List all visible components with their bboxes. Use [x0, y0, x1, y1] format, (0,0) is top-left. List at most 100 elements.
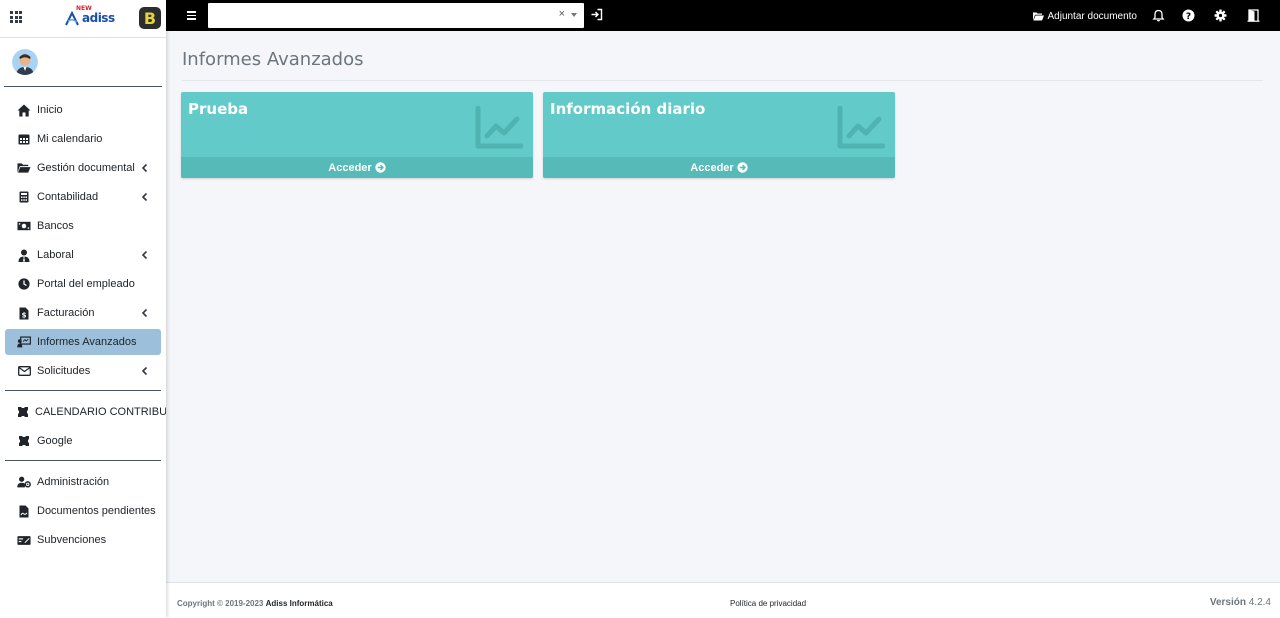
- avatar[interactable]: [12, 49, 38, 75]
- sidebar-item-label: Laboral: [37, 249, 74, 261]
- chevron-left-icon: [141, 163, 148, 173]
- calendar-icon: [17, 132, 31, 146]
- sidebar-item-label: Facturación: [37, 307, 95, 319]
- chevron-left-icon: [141, 250, 148, 260]
- file-signature-icon: [17, 504, 31, 518]
- sidebar-item-label: Mi calendario: [37, 133, 103, 145]
- main-content: Informes Avanzados Prueba Acceder Inform…: [166, 31, 1280, 582]
- sidebar-item-facturacion[interactable]: $ Facturación: [5, 300, 161, 326]
- arrow-circle-right-icon: [737, 162, 748, 173]
- attach-document-button[interactable]: Adjuntar documento: [1033, 10, 1137, 22]
- chart-line-icon: [837, 106, 885, 149]
- version-number: 4.2.4: [1248, 597, 1271, 608]
- puzzle-icon: [17, 434, 31, 448]
- sidebar-item-label: Contabilidad: [37, 191, 99, 203]
- version-label: Versión: [1209, 597, 1246, 608]
- acceder-button[interactable]: Acceder: [543, 157, 895, 178]
- sidebar-item-documentos-pendientes[interactable]: Documentos pendientes: [5, 498, 161, 524]
- money-check-icon: [17, 533, 31, 547]
- company-link[interactable]: Adiss Informática: [266, 599, 333, 608]
- acceder-label: Acceder: [328, 161, 372, 174]
- svg-text:?: ?: [1186, 12, 1191, 22]
- gear-icon[interactable]: [1214, 9, 1227, 22]
- sidebar-item-label: Google: [37, 435, 73, 447]
- logo-mark-icon: [65, 11, 79, 26]
- sidebar-item-label: Gestión documental: [37, 162, 135, 174]
- money-bill-icon: [17, 219, 31, 233]
- chevron-down-icon[interactable]: [571, 13, 577, 17]
- sidebar-item-calendario-contribuyente[interactable]: CALENDARIO CONTRIBUYENTE: [5, 399, 166, 425]
- company-select[interactable]: ×: [208, 3, 584, 28]
- sidebar-item-laboral[interactable]: Laboral: [5, 242, 161, 268]
- report-card-informacion-diario[interactable]: Información diario Acceder: [543, 92, 895, 178]
- b-app-letter: B: [143, 8, 157, 28]
- folder-open-icon: [17, 161, 31, 175]
- help-icon[interactable]: ?: [1182, 9, 1195, 22]
- sidebar-item-gestion-documental[interactable]: Gestión documental: [5, 155, 161, 181]
- report-card-title: Prueba: [188, 100, 249, 118]
- sidebar-item-administracion[interactable]: Administración: [5, 469, 161, 495]
- home-icon: [17, 103, 31, 117]
- user-panel: [4, 38, 162, 87]
- sidebar-divider: [5, 390, 161, 391]
- sidebar-item-subvenciones[interactable]: Subvenciones: [5, 527, 161, 553]
- sidebar-item-label: Solicitudes: [37, 365, 91, 377]
- puzzle-icon: [17, 405, 29, 419]
- sidebar-item-inicio[interactable]: Inicio: [5, 97, 161, 123]
- acceder-label: Acceder: [690, 161, 734, 174]
- chevron-left-icon: [141, 308, 148, 318]
- adiss-logo[interactable]: NEW adiss: [62, 5, 115, 31]
- copyright-text: Copyright © 2019-2023: [177, 599, 264, 608]
- sign-in-icon[interactable]: [590, 8, 603, 21]
- report-card-title: Información diario: [550, 100, 706, 118]
- menu-toggle-icon[interactable]: [187, 11, 196, 20]
- sidebar-item-contabilidad[interactable]: Contabilidad: [5, 184, 161, 210]
- chalkboard-user-icon: [17, 335, 31, 349]
- sidebar-item-google[interactable]: Google: [5, 428, 161, 454]
- sidebar-item-informes-avanzados[interactable]: Informes Avanzados: [5, 329, 161, 355]
- svg-text:$: $: [22, 311, 27, 319]
- sidebar-item-label: Documentos pendientes: [37, 505, 156, 517]
- brand-bar: NEW adiss B: [0, 0, 166, 38]
- folder-open-icon: [1033, 12, 1045, 20]
- copyright: Copyright © 2019-2023 Adiss Informática: [177, 599, 333, 608]
- envelope-icon: [17, 364, 31, 378]
- version-info: Versión 4.2.4: [1210, 597, 1271, 608]
- bell-icon[interactable]: [1152, 9, 1165, 22]
- arrow-circle-right-icon: [375, 162, 386, 173]
- topbar: × Adjuntar documento ?: [166, 0, 1280, 31]
- sidebar-item-label: Informes Avanzados: [37, 336, 137, 348]
- sidebar-item-label: CALENDARIO CONTRIBUYENTE: [35, 406, 166, 418]
- sidebar-item-solicitudes[interactable]: Solicitudes: [5, 358, 161, 384]
- sidebar-item-mi-calendario[interactable]: Mi calendario: [5, 126, 161, 152]
- acceder-button[interactable]: Acceder: [181, 157, 533, 178]
- b-app-button[interactable]: B: [139, 7, 161, 29]
- user-tie-icon: [17, 248, 31, 262]
- clear-icon[interactable]: ×: [559, 8, 565, 20]
- sidebar-item-label: Subvenciones: [37, 534, 107, 546]
- sidebar-item-portal-del-empleado[interactable]: Portal del empleado: [5, 271, 161, 297]
- chart-line-icon: [475, 106, 523, 149]
- calculator-icon: [17, 190, 31, 204]
- sidebar: NEW adiss B Inicio Mi calendario Gestión…: [0, 0, 166, 618]
- user-cog-icon: [17, 475, 31, 489]
- sidebar-item-label: Administración: [37, 476, 110, 488]
- report-card-prueba[interactable]: Prueba Acceder: [181, 92, 533, 178]
- page-footer: Copyright © 2019-2023 Adiss Informática …: [166, 582, 1280, 618]
- logo-text: adiss: [82, 11, 115, 25]
- sidebar-item-label: Bancos: [37, 220, 74, 232]
- attach-document-label: Adjuntar documento: [1047, 10, 1137, 22]
- sidebar-item-label: Inicio: [37, 104, 63, 116]
- file-invoice-icon: $: [17, 306, 31, 320]
- clock-icon: [17, 277, 31, 291]
- chevron-left-icon: [141, 192, 148, 202]
- apps-grid-icon[interactable]: [10, 11, 22, 23]
- chevron-left-icon: [141, 366, 148, 376]
- page-title: Informes Avanzados: [182, 49, 364, 70]
- privacy-link[interactable]: Política de privacidad: [730, 599, 806, 608]
- logout-door-icon[interactable]: [1247, 9, 1260, 22]
- sidebar-divider: [5, 460, 161, 461]
- sidebar-item-bancos[interactable]: Bancos: [5, 213, 161, 239]
- title-divider: [182, 80, 1263, 81]
- sidebar-nav: Inicio Mi calendario Gestión documental …: [0, 87, 166, 553]
